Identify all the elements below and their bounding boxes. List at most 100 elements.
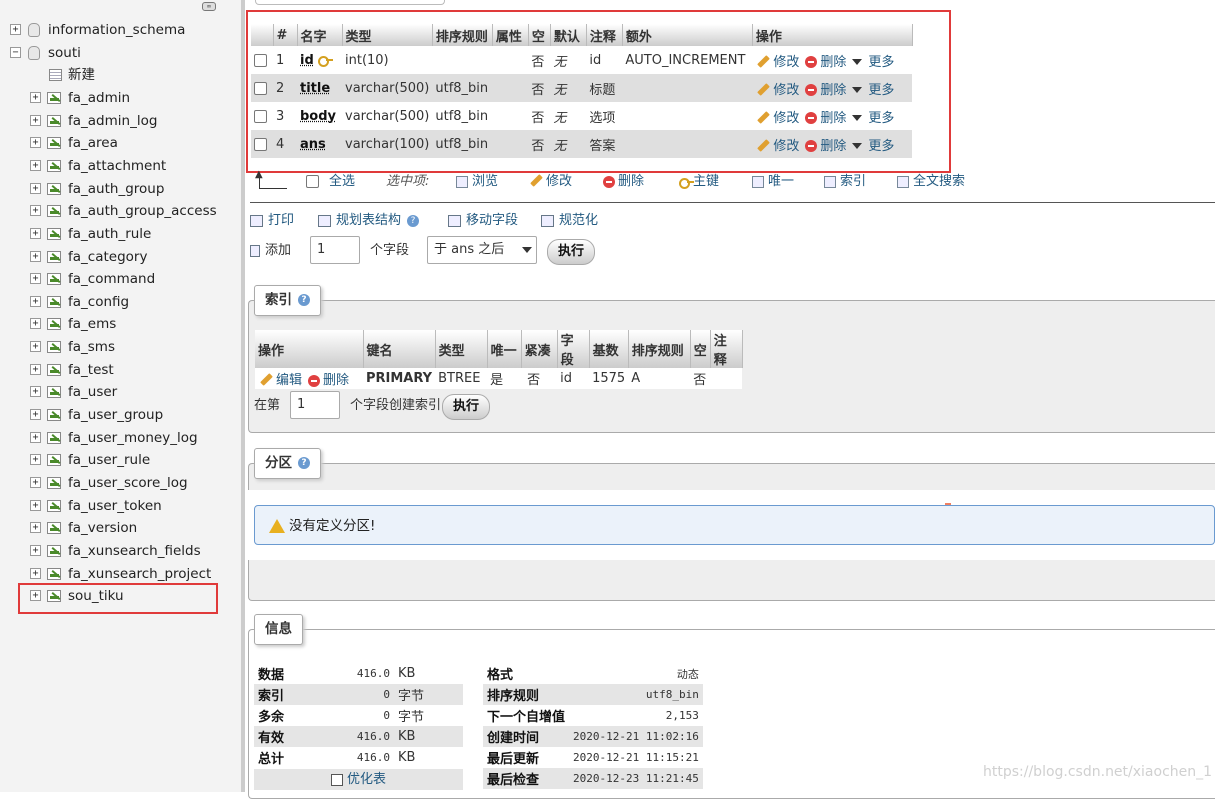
expand-icon[interactable]: + [30,318,41,329]
column-header[interactable]: 名字 [297,24,343,46]
expand-icon[interactable]: + [30,205,41,216]
select-all-checkbox[interactable] [306,172,319,192]
nav-item[interactable]: + fa_test [0,359,240,381]
print-link[interactable]: 打印 [250,211,294,231]
nav-item[interactable]: + fa_command [0,268,240,290]
nav-item[interactable]: + fa_config [0,291,240,313]
expand-icon[interactable]: + [30,183,41,194]
column-header[interactable]: 类型 [342,24,433,46]
nav-item[interactable]: + fa_sms [0,336,240,358]
nav-item[interactable]: + fa_auth_rule [0,223,240,245]
expand-icon[interactable]: + [30,273,41,284]
nav-item[interactable]: + fa_auth_group_access [0,200,240,222]
expand-icon[interactable]: + [30,500,41,511]
row-select[interactable] [251,102,273,130]
nav-item[interactable]: + fa_user_money_log [0,427,240,449]
bulk-browse-button[interactable]: 浏览 [456,172,498,192]
expand-icon[interactable]: + [30,115,41,126]
edit-link[interactable]: 修改 [755,139,799,154]
nav-item[interactable]: + fa_user_group [0,404,240,426]
add-go-button[interactable]: 执行 [547,239,595,265]
expand-icon[interactable]: + [30,251,41,262]
row-checkbox[interactable] [254,53,267,67]
nav-item[interactable]: + information_schema [0,19,240,41]
expand-icon[interactable]: + [30,522,41,533]
nav-item[interactable]: + fa_category [0,246,240,268]
expand-icon[interactable]: + [30,568,41,579]
expand-icon[interactable]: + [30,432,41,443]
create-index-go-button[interactable]: 执行 [442,394,490,420]
bulk-index-button[interactable]: 索引 [824,172,866,192]
nav-item[interactable]: + fa_version [0,517,240,539]
expand-icon[interactable]: + [30,160,41,171]
expand-icon[interactable]: + [30,341,41,352]
column-header[interactable]: 额外 [622,24,753,46]
optimize-table-link[interactable]: 优化表 [254,769,463,790]
row-checkbox[interactable] [254,109,267,123]
more-menu[interactable]: 更多 [852,83,894,98]
bulk-edit-button[interactable]: 修改 [528,172,572,192]
collapse-icon[interactable]: − [10,47,21,58]
nav-item[interactable]: + fa_user_rule [0,449,240,471]
expand-icon[interactable]: + [30,477,41,488]
drop-link[interactable]: 删除 [805,83,846,98]
index-edit-link[interactable]: 编辑 [258,373,302,388]
column-header[interactable]: 操作 [752,24,913,46]
edit-link[interactable]: 修改 [755,83,799,98]
expand-icon[interactable]: + [30,92,41,103]
more-menu[interactable]: 更多 [852,139,894,154]
bulk-primary-button[interactable]: 主键 [675,172,719,192]
row-select[interactable] [251,130,273,158]
row-select[interactable] [251,46,273,74]
nav-item[interactable]: + fa_attachment [0,155,240,177]
column-header[interactable]: 属性 [492,24,529,46]
expand-icon[interactable]: + [30,545,41,556]
relation-view-link[interactable]: 规划表结构? [318,211,420,231]
nav-item[interactable]: + fa_user [0,381,240,403]
column-header[interactable]: 排序规则 [432,24,493,46]
nav-item[interactable]: + fa_admin_log [0,110,240,132]
bulk-unique-button[interactable]: 唯一 [752,172,794,192]
nav-item[interactable]: + fa_ems [0,313,240,335]
expand-icon[interactable]: + [30,296,41,307]
create-index-count-input[interactable]: 1 [290,391,340,419]
column-header[interactable]: 默认 [550,24,587,46]
help-icon[interactable]: ? [298,457,310,469]
nav-item[interactable]: + fa_xunsearch_fields [0,540,240,562]
expand-icon[interactable]: + [30,386,41,397]
row-checkbox[interactable] [254,137,267,151]
drop-link[interactable]: 删除 [805,139,846,154]
row-select[interactable] [251,74,273,102]
expand-icon[interactable]: + [30,228,41,239]
nav-item[interactable]: − souti [0,42,240,64]
index-drop-link[interactable]: 删除 [308,373,349,388]
column-header[interactable]: 注释 [586,24,623,46]
nav-item[interactable]: + fa_admin [0,87,240,109]
collapse-link-icon[interactable]: ∞ [202,2,216,11]
drop-link[interactable]: 删除 [805,55,846,70]
nav-item[interactable]: + fa_user_score_log [0,472,240,494]
column-header[interactable]: 空 [528,24,551,46]
bulk-fulltext-button[interactable]: 全文搜索 [897,172,965,192]
edit-link[interactable]: 修改 [755,111,799,126]
column-header[interactable]: # [273,24,298,46]
nav-item[interactable]: + fa_xunsearch_project [0,563,240,585]
nav-item[interactable]: 新建 [0,64,240,86]
expand-icon[interactable]: + [30,454,41,465]
expand-icon[interactable]: + [30,137,41,148]
expand-icon[interactable]: + [10,24,21,35]
nav-item[interactable]: + fa_user_token [0,495,240,517]
more-menu[interactable]: 更多 [852,111,894,126]
edit-link[interactable]: 修改 [755,55,799,70]
normalize-link[interactable]: 规范化 [541,211,598,231]
select-all-link[interactable]: 全选 [329,172,355,192]
help-icon[interactable]: ? [407,214,420,227]
expand-icon[interactable]: + [30,409,41,420]
more-menu[interactable]: 更多 [852,55,894,70]
move-columns-link[interactable]: 移动字段 [448,211,518,231]
help-icon[interactable]: ? [298,294,310,306]
expand-icon[interactable]: + [30,364,41,375]
nav-item[interactable]: + fa_area [0,132,240,154]
add-count-input[interactable]: 1 [310,236,360,264]
nav-item[interactable]: + fa_auth_group [0,178,240,200]
